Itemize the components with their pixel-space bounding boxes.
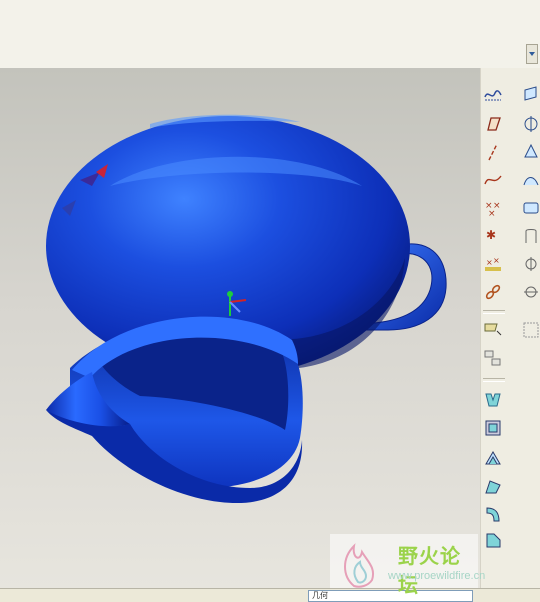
toolbar-separator bbox=[483, 310, 505, 314]
copy-feature-icon[interactable] bbox=[483, 320, 503, 340]
offset-icon[interactable] bbox=[521, 282, 540, 302]
surface-patch-icon[interactable] bbox=[521, 84, 540, 104]
watermark-title: 野火论坛 bbox=[398, 544, 461, 597]
chain-icon[interactable] bbox=[483, 282, 503, 302]
svg-text:✱: ✱ bbox=[486, 228, 496, 242]
extrude-icon[interactable] bbox=[483, 390, 503, 410]
top-menu-area bbox=[0, 0, 540, 69]
datum-axis-icon[interactable] bbox=[483, 142, 503, 162]
graphics-viewport[interactable] bbox=[0, 68, 481, 588]
right-toolbar: × × × ✱ × × bbox=[480, 68, 540, 588]
datum-coordsys-icon[interactable]: ✱ bbox=[483, 226, 503, 246]
datum-curve-icon[interactable] bbox=[483, 170, 503, 190]
analysis-icon[interactable]: × × bbox=[483, 254, 503, 274]
fill-icon[interactable] bbox=[521, 142, 540, 162]
chevron-down-icon[interactable] bbox=[526, 44, 538, 64]
chamfer-icon[interactable] bbox=[483, 530, 503, 550]
svg-text:×: × bbox=[493, 256, 500, 265]
sketch-tool-icon[interactable] bbox=[483, 84, 503, 104]
revolve-icon[interactable] bbox=[483, 418, 503, 438]
toolbar-separator bbox=[483, 378, 505, 382]
sweep-icon[interactable] bbox=[483, 448, 503, 468]
style-tool-icon[interactable] bbox=[521, 114, 540, 134]
round-icon[interactable] bbox=[483, 504, 503, 524]
grid-icon[interactable] bbox=[521, 320, 540, 340]
teapot-model[interactable] bbox=[0, 68, 480, 588]
pattern-icon[interactable] bbox=[521, 254, 540, 274]
svg-text:×: × bbox=[486, 258, 493, 267]
forum-watermark: 野火论坛 www.proewildfire.cn bbox=[330, 534, 485, 597]
merge-icon[interactable] bbox=[521, 198, 540, 218]
blend-icon[interactable] bbox=[483, 476, 503, 496]
watermark-url: www.proewildfire.cn bbox=[388, 570, 486, 582]
datum-point-icon[interactable]: × × × bbox=[483, 198, 503, 218]
mirror-icon[interactable] bbox=[483, 348, 503, 368]
flame-logo-icon bbox=[344, 543, 374, 588]
svg-text:×: × bbox=[488, 209, 496, 217]
trim-icon[interactable] bbox=[521, 226, 540, 246]
datum-plane-icon[interactable] bbox=[483, 114, 503, 134]
boundary-icon[interactable] bbox=[521, 170, 540, 190]
